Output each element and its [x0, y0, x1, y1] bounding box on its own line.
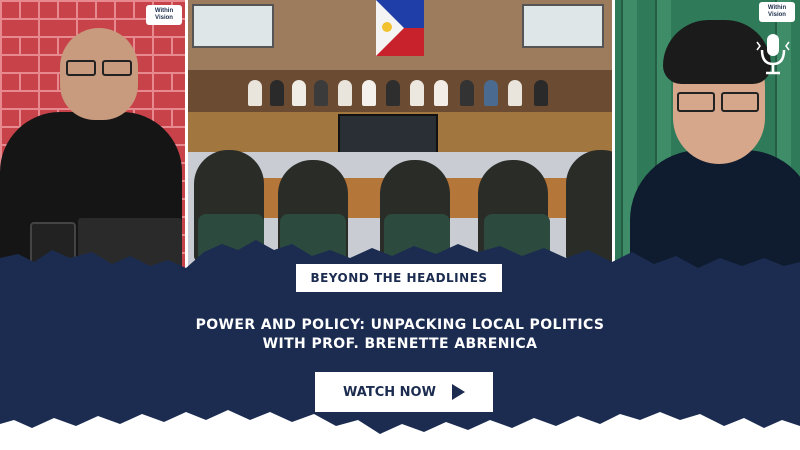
laptop: [78, 218, 182, 270]
host-head: [60, 28, 138, 120]
attendee: [362, 80, 376, 106]
glasses-left-lens: [677, 92, 715, 112]
hearing-video-panel: [188, 0, 612, 272]
attendee: [248, 80, 262, 106]
channel-logo-line2: Vision: [155, 15, 173, 21]
attendee: [484, 80, 498, 106]
attendee: [292, 80, 306, 106]
guest-body: [630, 150, 800, 272]
seated-person: [566, 150, 612, 262]
watch-now-button[interactable]: WATCH NOW: [315, 372, 493, 412]
glasses-right-lens: [721, 92, 759, 112]
episode-title: POWER AND POLICY: UNPACKING LOCAL POLITI…: [150, 316, 650, 354]
glasses-left-lens: [66, 60, 96, 76]
episode-title-line1: POWER AND POLICY: UNPACKING LOCAL POLITI…: [195, 317, 605, 333]
host-video-panel: Within Vision: [0, 0, 185, 272]
attendee: [534, 80, 548, 106]
watch-now-label: WATCH NOW: [343, 384, 436, 400]
show-kicker: BEYOND THE HEADLINES: [296, 264, 502, 292]
channel-logo: Within Vision: [759, 2, 795, 22]
channel-logo-line1: Within: [154, 8, 174, 14]
channel-logo: Within Vision: [146, 5, 182, 25]
attendee: [434, 80, 448, 106]
chair: [198, 214, 264, 272]
philippine-flag: [376, 0, 424, 56]
glasses-right-lens: [102, 60, 132, 76]
attendee: [508, 80, 522, 106]
attendee: [270, 80, 284, 106]
senate-hall-scene: [188, 0, 612, 272]
channel-logo-line2: Vision: [768, 12, 786, 18]
attendee: [386, 80, 400, 106]
play-icon: [451, 384, 465, 400]
attendee: [314, 80, 328, 106]
mug: [30, 222, 76, 272]
microphone-icon: [756, 34, 790, 75]
wall-screen-right: [522, 4, 604, 48]
guest-video-panel: Within Vision: [615, 0, 800, 272]
attendee: [338, 80, 352, 106]
attendee: [460, 80, 474, 106]
attendee: [410, 80, 424, 106]
episode-title-line2: WITH PROF. BRENETTE ABRENICA: [262, 336, 538, 352]
wall-screen-left: [192, 4, 274, 48]
channel-logo-line1: Within: [767, 5, 787, 11]
